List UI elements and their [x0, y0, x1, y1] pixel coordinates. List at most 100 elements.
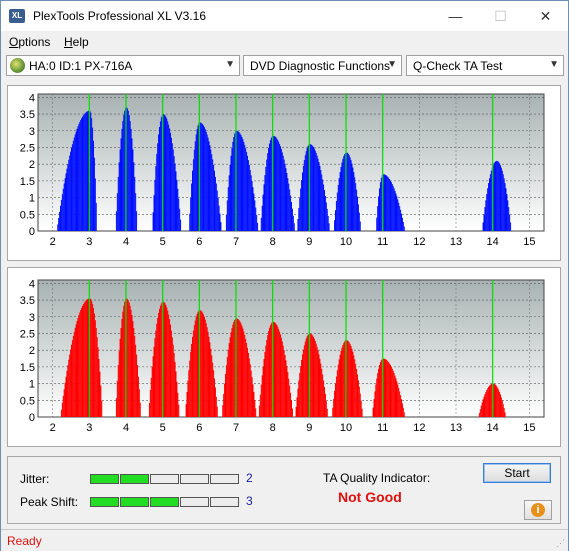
histogram-bar — [188, 370, 190, 417]
histogram-bar — [391, 184, 393, 231]
test-select[interactable]: Q-Check TA Test ▼ — [406, 55, 564, 76]
histogram-bar — [499, 163, 501, 231]
histogram-bar — [500, 397, 502, 417]
histogram-bar — [307, 145, 309, 231]
histogram-bar — [67, 365, 69, 417]
histogram-bar — [302, 354, 303, 417]
histogram-bar — [74, 134, 76, 231]
histogram-bar — [190, 197, 192, 231]
histogram-bar — [247, 160, 249, 231]
maximize-button[interactable]: ☐ — [478, 1, 523, 31]
drive-select[interactable]: HA:0 ID:1 PX-716A ▼ — [6, 55, 240, 76]
histogram-bar — [204, 129, 206, 231]
histogram-bar — [360, 400, 362, 417]
histogram-bar — [166, 118, 168, 231]
x-tick-label: 5 — [160, 236, 166, 248]
title-bar: XL PlexTools Professional XL V3.16 — ☐ ✕ — [1, 1, 568, 31]
histogram-bar — [159, 121, 161, 231]
menu-bar: Options Help — [1, 31, 568, 53]
x-tick-label: 11 — [377, 422, 388, 434]
histogram-bar — [93, 157, 95, 231]
histogram-bar — [126, 298, 128, 417]
histogram-bar — [493, 163, 495, 231]
y-tick-label: 1 — [29, 193, 35, 205]
histogram-bar — [274, 322, 276, 417]
histogram-bar — [300, 188, 302, 231]
y-tick-label: 1.5 — [20, 362, 35, 374]
histogram-bar — [305, 151, 307, 231]
menu-options[interactable]: Options — [9, 35, 50, 49]
histogram-bar — [262, 366, 264, 417]
histogram-bar — [249, 364, 251, 417]
histogram-bar — [386, 360, 388, 417]
histogram-bar — [335, 210, 336, 231]
histogram-bar — [200, 310, 202, 417]
histogram-bar — [359, 393, 361, 417]
close-button[interactable]: ✕ — [523, 1, 568, 31]
histogram-bar — [206, 134, 208, 231]
histogram-bar — [209, 342, 211, 417]
histogram-bar — [303, 160, 305, 231]
histogram-bar — [187, 380, 189, 417]
histogram-bar — [259, 394, 261, 417]
histogram-bar — [207, 331, 209, 417]
function-select[interactable]: DVD Diagnostic Functions ▼ — [243, 55, 402, 76]
histogram-bar — [172, 344, 174, 417]
histogram-bar — [315, 343, 317, 417]
histogram-bar — [402, 221, 404, 231]
histogram-bar — [291, 201, 292, 231]
minimize-button[interactable]: — — [433, 1, 478, 31]
histogram-bar — [279, 331, 281, 417]
histogram-bar — [495, 385, 497, 417]
x-tick-label: 13 — [450, 236, 462, 248]
histogram-bar — [175, 371, 177, 417]
histogram-bar — [237, 319, 239, 417]
start-button[interactable]: Start — [483, 463, 551, 483]
histogram-bar — [196, 313, 198, 417]
y-tick-label: 1.5 — [20, 176, 35, 188]
histogram-bar — [327, 215, 329, 231]
info-button[interactable]: i — [524, 500, 552, 520]
histogram-bar — [73, 137, 75, 231]
histogram-bar — [93, 308, 94, 417]
histogram-bar — [156, 153, 158, 231]
histogram-bar — [291, 408, 293, 417]
histogram-bar — [508, 207, 510, 231]
histogram-bar — [209, 145, 211, 231]
histogram-bar — [281, 152, 283, 231]
histogram-bar — [76, 321, 78, 417]
histogram-bar — [212, 362, 214, 417]
histogram-bar — [265, 345, 267, 417]
histogram-bar — [280, 337, 282, 417]
histogram-bar — [336, 370, 338, 417]
histogram-bar — [390, 366, 392, 417]
histogram-bar — [302, 165, 304, 231]
histogram-bar — [281, 341, 283, 417]
histogram-bar — [127, 110, 129, 231]
histogram-bar — [269, 140, 271, 231]
histogram-bar — [197, 125, 199, 231]
histogram-bar — [155, 330, 157, 417]
histogram-bar — [254, 200, 256, 231]
histogram-bar — [158, 134, 160, 231]
menu-help[interactable]: Help — [64, 35, 89, 49]
histogram-bar — [274, 136, 276, 231]
histogram-bar — [249, 169, 251, 231]
histogram-bar — [85, 112, 87, 231]
histogram-bar — [247, 155, 248, 231]
histogram-bar — [210, 348, 212, 417]
histogram-bar — [153, 195, 155, 231]
histogram-bar — [242, 328, 244, 417]
histogram-bar — [269, 143, 270, 231]
histogram-bar — [214, 176, 216, 231]
histogram-bar — [233, 321, 235, 417]
x-tick-label: 4 — [123, 236, 129, 248]
histogram-bar — [228, 175, 230, 231]
resize-grip-icon[interactable]: ⋰ — [556, 538, 565, 549]
peakshift-value: 3 — [246, 494, 253, 508]
histogram-bar — [377, 373, 379, 417]
histogram-bar — [159, 127, 160, 231]
x-tick-label: 9 — [306, 236, 312, 248]
histogram-bar — [293, 223, 295, 231]
histogram-bar — [214, 387, 216, 417]
